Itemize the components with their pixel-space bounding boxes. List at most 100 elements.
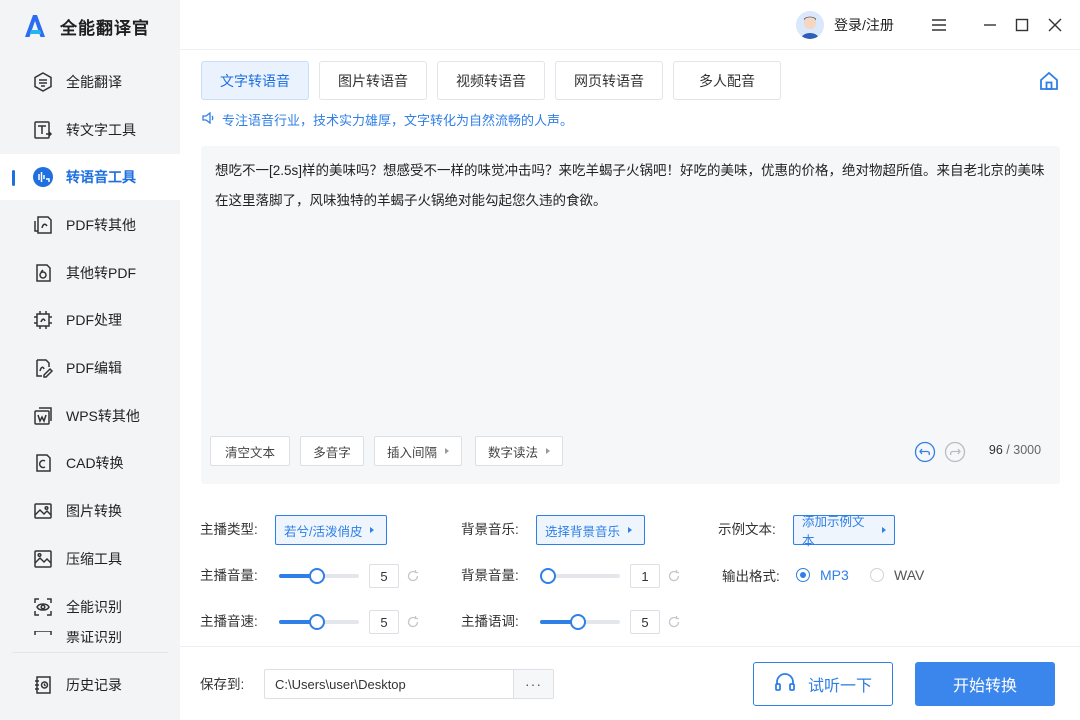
sidebar-item-label: 其他转PDF bbox=[66, 265, 136, 281]
recognize-icon bbox=[32, 596, 54, 618]
sidebar-item-voice-tool[interactable]: 转语音工具 bbox=[0, 154, 180, 200]
login-button[interactable]: 登录/注册 bbox=[796, 10, 894, 40]
tab-video-to-speech[interactable]: 视频转语音 bbox=[437, 61, 545, 100]
text-editor[interactable]: 想吃不一[2.5s]样的美味吗？想感受不一样的味觉冲击吗？来吃羊蝎子火锅吧！好吃… bbox=[201, 146, 1060, 484]
bg-volume-slider[interactable] bbox=[540, 568, 620, 584]
sidebar-item-pdf-import[interactable]: 其他转PDF bbox=[0, 250, 180, 296]
sidebar-item-translate[interactable]: 全能翻译 bbox=[0, 59, 180, 105]
format-mp3-radio[interactable]: MP3 bbox=[796, 567, 849, 583]
history-icon bbox=[32, 674, 54, 696]
format-mp3-label: MP3 bbox=[820, 567, 849, 583]
sample-text-select[interactable]: 添加示例文本 bbox=[793, 515, 895, 548]
sidebar-item-pdf-edit[interactable]: PDF编辑 bbox=[0, 345, 180, 391]
voice-convert-icon bbox=[32, 166, 54, 188]
anchor-type-label: 主播类型: bbox=[200, 522, 258, 537]
tab-text-to-speech[interactable]: 文字转语音 bbox=[201, 61, 309, 100]
sidebar-item-pdf-export[interactable]: PDF转其他 bbox=[0, 202, 180, 248]
sidebar-item-label: 转文字工具 bbox=[66, 122, 136, 138]
caret-right-icon bbox=[628, 527, 633, 533]
login-label: 登录/注册 bbox=[834, 17, 894, 33]
format-wav-radio[interactable]: WAV bbox=[870, 567, 924, 583]
sidebar-item-label: 全能识别 bbox=[66, 599, 122, 615]
wps-icon bbox=[32, 405, 54, 427]
preview-button[interactable]: 试听一下 bbox=[753, 662, 893, 706]
sample-text-value: 添加示例文本 bbox=[802, 515, 865, 548]
caret-right-icon bbox=[546, 448, 550, 454]
headphones-icon bbox=[774, 672, 796, 697]
bg-music-label: 背景音乐: bbox=[461, 522, 519, 537]
sample-text-label: 示例文本: bbox=[718, 522, 776, 537]
home-icon[interactable] bbox=[1038, 70, 1060, 92]
save-path-field[interactable]: C:\Users\user\Desktop ··· bbox=[264, 669, 554, 699]
sidebar-item-image-convert[interactable]: 图片转换 bbox=[0, 488, 180, 534]
bg-music-select[interactable]: 选择背景音乐 bbox=[536, 515, 645, 545]
sidebar-divider bbox=[12, 652, 168, 653]
sidebar-item-label: 转语音工具 bbox=[66, 169, 136, 185]
sidebar-item-compress[interactable]: 压缩工具 bbox=[0, 536, 180, 582]
reset-icon[interactable] bbox=[406, 569, 420, 583]
bg-volume-label: 背景音量: bbox=[461, 568, 519, 583]
translate-icon bbox=[32, 71, 54, 93]
anchor-volume-slider[interactable] bbox=[279, 568, 359, 584]
avatar bbox=[796, 11, 824, 39]
slider-knob[interactable] bbox=[309, 568, 326, 584]
anchor-type-select[interactable]: 若兮/活泼俏皮 bbox=[275, 515, 387, 545]
pdf-export-icon bbox=[32, 214, 54, 236]
sidebar-item-text-tool[interactable]: 转文字工具 bbox=[0, 107, 180, 153]
sidebar-item-recognize[interactable]: 全能识别 bbox=[0, 584, 180, 630]
tab-multi-voice[interactable]: 多人配音 bbox=[673, 61, 781, 100]
sidebar-item-label: 票证识别 bbox=[66, 631, 122, 645]
bg-music-value: 选择背景音乐 bbox=[545, 524, 621, 539]
radio-dot bbox=[796, 568, 810, 582]
undo-icon[interactable] bbox=[914, 441, 936, 463]
bg-volume-input[interactable]: 1 bbox=[630, 564, 660, 588]
pdf-import-icon bbox=[32, 262, 54, 284]
tab-web-to-speech[interactable]: 网页转语音 bbox=[555, 61, 663, 100]
cad-icon bbox=[32, 452, 54, 474]
browse-button[interactable]: ··· bbox=[513, 670, 553, 698]
sidebar-item-cad[interactable]: CAD转换 bbox=[0, 440, 180, 486]
reset-icon[interactable] bbox=[667, 615, 681, 629]
sidebar-item-wps[interactable]: WPS转其他 bbox=[0, 393, 180, 439]
minimize-icon[interactable] bbox=[979, 14, 1001, 36]
menu-icon[interactable] bbox=[928, 14, 950, 36]
sidebar-item-label: PDF处理 bbox=[66, 312, 122, 328]
slider-knob[interactable] bbox=[570, 614, 587, 630]
anchor-pitch-label: 主播语调: bbox=[461, 614, 519, 629]
start-convert-label: 开始转换 bbox=[952, 678, 1017, 695]
speaker-icon bbox=[202, 111, 216, 127]
clear-text-button[interactable]: 清空文本 bbox=[210, 436, 290, 466]
save-path-value: C:\Users\user\Desktop bbox=[275, 677, 406, 692]
sidebar-item-label: 全能翻译 bbox=[66, 74, 122, 90]
caret-right-icon bbox=[882, 527, 886, 533]
close-icon[interactable] bbox=[1044, 14, 1066, 36]
tab-image-to-speech[interactable]: 图片转语音 bbox=[319, 61, 427, 100]
start-convert-button[interactable]: 开始转换 bbox=[915, 662, 1055, 706]
reset-icon[interactable] bbox=[406, 615, 420, 629]
insert-pause-button[interactable]: 插入间隔 bbox=[374, 436, 462, 466]
insert-pause-label: 插入间隔 bbox=[386, 445, 437, 460]
reset-icon[interactable] bbox=[667, 569, 681, 583]
anchor-speed-input[interactable]: 5 bbox=[369, 610, 399, 634]
editor-text[interactable]: 想吃不一[2.5s]样的美味吗？想感受不一样的味觉冲击吗？来吃羊蝎子火锅吧！好吃… bbox=[215, 156, 1051, 216]
sidebar-item-label: PDF转其他 bbox=[66, 217, 136, 233]
sidebar-item-pdf-process[interactable]: PDF处理 bbox=[0, 297, 180, 343]
polyphone-button[interactable]: 多音字 bbox=[300, 436, 364, 466]
redo-icon[interactable] bbox=[944, 441, 966, 463]
anchor-pitch-input[interactable]: 5 bbox=[630, 610, 660, 634]
anchor-volume-label: 主播音量: bbox=[200, 568, 258, 583]
ticket-icon bbox=[32, 631, 54, 646]
slider-knob[interactable] bbox=[309, 614, 326, 630]
char-counter: 96 / 3000 bbox=[988, 443, 1042, 457]
slider-knob[interactable] bbox=[540, 568, 556, 584]
number-reading-button[interactable]: 数字读法 bbox=[475, 436, 563, 466]
anchor-speed-slider[interactable] bbox=[279, 614, 359, 630]
sidebar-item-label: 历史记录 bbox=[66, 677, 122, 693]
anchor-pitch-slider[interactable] bbox=[540, 614, 620, 630]
sidebar-item-ticket[interactable]: 票证识别 bbox=[0, 631, 180, 646]
clear-text-label: 清空文本 bbox=[224, 445, 275, 460]
sidebar-item-history[interactable]: 历史记录 bbox=[0, 662, 180, 708]
maximize-icon[interactable] bbox=[1011, 14, 1033, 36]
anchor-volume-input[interactable]: 5 bbox=[369, 564, 399, 588]
text-convert-icon bbox=[32, 119, 54, 141]
